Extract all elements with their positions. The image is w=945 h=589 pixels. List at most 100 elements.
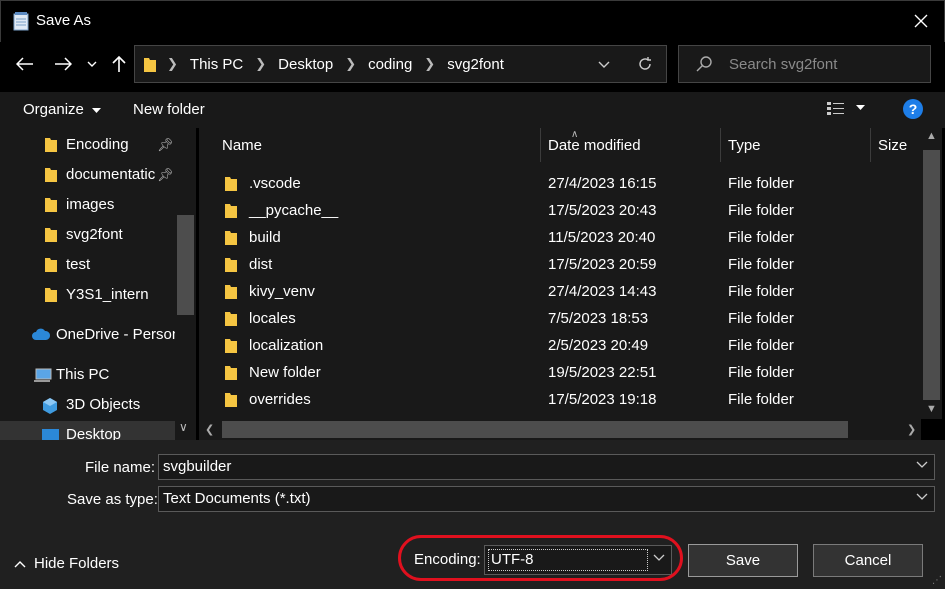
- file-type: File folder: [728, 364, 794, 381]
- column-header-date-modified[interactable]: Date modified: [548, 137, 641, 171]
- folder-icon: [225, 231, 237, 245]
- file-row[interactable]: localization 2/5/2023 20:49 File folder: [199, 332, 921, 359]
- close-button[interactable]: [898, 1, 944, 41]
- desktop-icon: [42, 429, 59, 440]
- nav-item-test[interactable]: test: [0, 251, 175, 279]
- scroll-up-icon[interactable]: ▲: [926, 130, 937, 142]
- breadcrumb-svg2font[interactable]: svg2font: [437, 56, 514, 73]
- horizontal-scrollbar-thumb[interactable]: [222, 421, 848, 438]
- search-icon: [696, 56, 712, 72]
- arrow-right-icon: [55, 57, 72, 71]
- breadcrumb-coding[interactable]: coding: [358, 56, 422, 73]
- chevron-down-icon[interactable]: [916, 461, 928, 468]
- file-type: File folder: [728, 202, 794, 219]
- chevron-down-icon: [653, 554, 665, 561]
- file-name-field[interactable]: svgbuilder: [158, 454, 935, 480]
- file-row[interactable]: build 11/5/2023 20:40 File folder: [199, 224, 921, 251]
- caret-down-icon[interactable]: [856, 105, 865, 110]
- column-header-name[interactable]: Name: [222, 137, 262, 171]
- nav-item-this-pc[interactable]: This PC: [0, 361, 175, 389]
- file-date: 19/5/2023 22:51: [548, 364, 657, 381]
- file-type: File folder: [728, 256, 794, 273]
- nav-item-svg2font[interactable]: svg2font: [0, 221, 175, 249]
- nav-item-label: 3D Objects: [66, 396, 141, 413]
- file-name: dist: [249, 256, 273, 273]
- forward-button[interactable]: [48, 49, 78, 79]
- new-folder-button[interactable]: New folder: [133, 101, 205, 118]
- scroll-right-icon[interactable]: ❯: [907, 423, 916, 436]
- nav-item-documentation[interactable]: documentatic 📌︎: [0, 161, 175, 189]
- file-name: locales: [249, 310, 296, 327]
- organize-button[interactable]: Organize: [23, 101, 102, 118]
- chevron-down-icon[interactable]: ∨: [179, 420, 188, 434]
- file-row[interactable]: kivy_venv 27/4/2023 14:43 File folder: [199, 278, 921, 305]
- resize-grip-icon[interactable]: ⋰: [932, 575, 942, 586]
- onedrive-icon: [32, 328, 51, 340]
- file-row[interactable]: .vscode 27/4/2023 16:15 File folder: [199, 170, 921, 197]
- nav-item-label: images: [66, 196, 115, 213]
- file-list: ∧ Name Date modified Type Size .vscode 2…: [199, 128, 921, 419]
- organize-label: Organize: [23, 101, 84, 118]
- folder-icon: [225, 339, 237, 353]
- nav-item-label: Desktop: [66, 426, 122, 440]
- close-icon: [914, 14, 928, 28]
- chevron-up-icon: [14, 560, 26, 567]
- arrow-up-icon: [112, 55, 126, 72]
- scroll-down-icon[interactable]: ▼: [926, 403, 937, 415]
- help-icon[interactable]: ?: [903, 99, 923, 119]
- nav-item-images[interactable]: images: [0, 191, 175, 219]
- column-header-size[interactable]: Size: [878, 137, 907, 171]
- nav-item-label: Y3S1_intern: [66, 286, 149, 303]
- encoding-label: Encoding:: [414, 551, 481, 568]
- recent-locations-button[interactable]: [82, 49, 102, 79]
- file-row[interactable]: New folder 19/5/2023 22:51 File folder: [199, 359, 921, 386]
- file-row[interactable]: locales 7/5/2023 18:53 File folder: [199, 305, 921, 332]
- file-date: 17/5/2023 20:43: [548, 202, 657, 219]
- file-name: build: [249, 229, 281, 246]
- breadcrumb-this-pc[interactable]: This PC: [180, 56, 253, 73]
- nav-item-encoding[interactable]: Encoding 📌︎: [0, 131, 175, 159]
- save-button[interactable]: Save: [688, 544, 798, 577]
- arrow-left-icon: [16, 57, 33, 71]
- window-title: Save As: [36, 12, 92, 29]
- nav-item-onedrive[interactable]: OneDrive - Person: [0, 321, 175, 349]
- nav-item-desktop[interactable]: Desktop: [0, 421, 175, 440]
- scroll-left-icon[interactable]: ❮: [205, 423, 214, 436]
- chevron-down-icon: [916, 493, 928, 500]
- file-row[interactable]: dist 17/5/2023 20:59 File folder: [199, 251, 921, 278]
- nav-item-label: svg2font: [66, 226, 123, 243]
- refresh-button[interactable]: [633, 53, 657, 75]
- navigation-pane: Encoding 📌︎ documentatic 📌︎ images svg2f…: [0, 128, 196, 440]
- file-type: File folder: [728, 337, 794, 354]
- encoding-select[interactable]: UTF-8: [484, 545, 672, 575]
- file-date: 7/5/2023 18:53: [548, 310, 649, 327]
- nav-item-y3s1-intern[interactable]: Y3S1_intern: [0, 281, 175, 309]
- breadcrumb-desktop[interactable]: Desktop: [268, 56, 343, 73]
- file-type: File folder: [728, 229, 794, 246]
- file-row[interactable]: __pycache__ 17/5/2023 20:43 File folder: [199, 197, 921, 224]
- file-type: File folder: [728, 175, 794, 192]
- address-history-button[interactable]: [593, 54, 615, 74]
- back-button[interactable]: [10, 49, 40, 79]
- cancel-button[interactable]: Cancel: [813, 544, 923, 577]
- file-date: 27/4/2023 16:15: [548, 175, 657, 192]
- hide-folders-button[interactable]: Hide Folders: [14, 555, 119, 572]
- refresh-icon: [639, 57, 651, 70]
- search-input[interactable]: Search svg2font: [678, 45, 931, 83]
- column-header-type[interactable]: Type: [728, 137, 761, 171]
- save-as-type-select[interactable]: Text Documents (*.txt): [158, 486, 935, 512]
- nav-scrollbar-thumb[interactable]: [177, 215, 194, 315]
- up-button[interactable]: [104, 49, 134, 79]
- file-name: localization: [249, 337, 324, 354]
- pin-icon: 📌︎: [157, 137, 174, 152]
- view-details-icon[interactable]: [826, 101, 846, 117]
- address-bar[interactable]: ❯ This PC ❯ Desktop ❯ coding ❯ svg2font: [134, 45, 667, 83]
- folder-icon: [144, 58, 156, 72]
- file-date: 11/5/2023 20:40: [548, 229, 656, 246]
- file-row[interactable]: overrides 17/5/2023 19:18 File folder: [199, 386, 921, 413]
- nav-item-3d-objects[interactable]: 3D Objects: [0, 391, 175, 419]
- chevron-down-icon: [598, 61, 610, 68]
- vertical-scrollbar-thumb[interactable]: [923, 150, 940, 400]
- save-as-type-label: Save as type:: [67, 491, 158, 508]
- file-type: File folder: [728, 283, 794, 300]
